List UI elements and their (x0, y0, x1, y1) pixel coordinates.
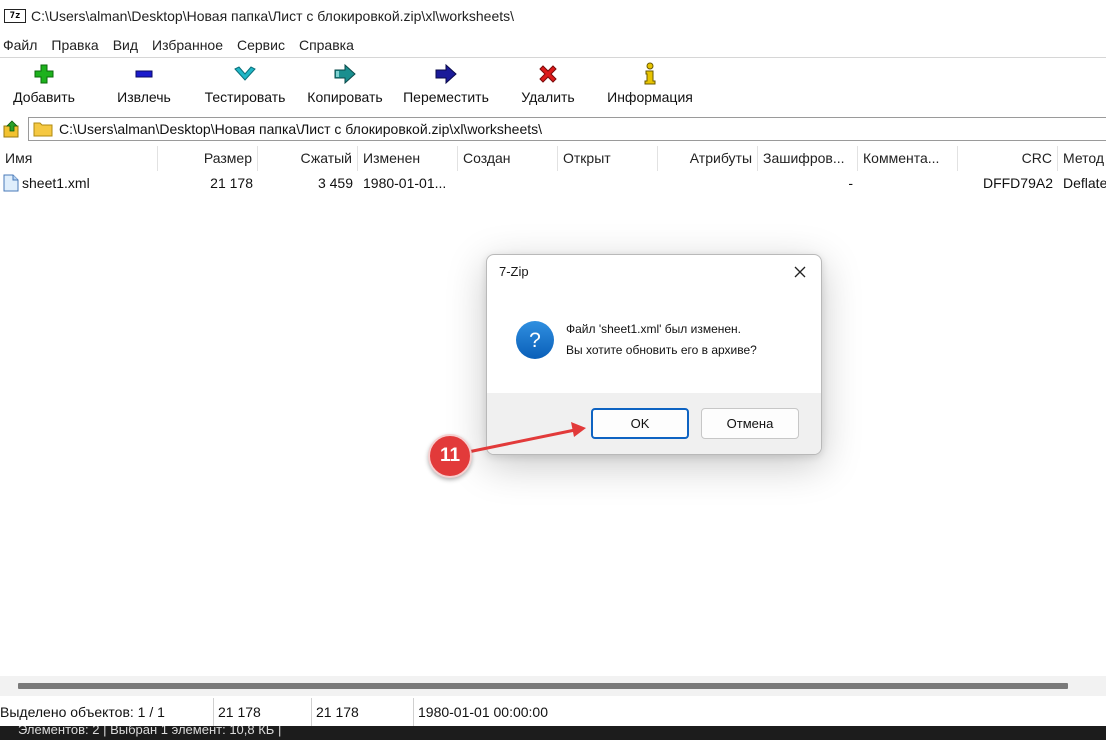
file-name-cell: sheet1.xml (0, 172, 158, 194)
file-modified: 1980-01-01... (363, 175, 447, 191)
horizontal-scrollbar[interactable] (0, 676, 1106, 696)
column-attributes[interactable]: Атрибуты (658, 146, 758, 171)
file-crc: DFFD79A2 (982, 175, 1053, 191)
menu-help[interactable]: Справка (295, 37, 358, 53)
7zip-app-icon: 7z (4, 9, 26, 23)
file-row[interactable]: sheet1.xml 21 178 3 459 1980-01-01... - … (0, 172, 1106, 194)
question-icon: ? (516, 321, 554, 359)
column-modified[interactable]: Изменен (358, 146, 458, 171)
plus-icon (33, 60, 55, 86)
dialog-message-line1: Файл 'sheet1.xml' был изменен. (566, 322, 742, 336)
delete-button[interactable]: Удалить (492, 60, 604, 112)
info-button[interactable]: Информация (604, 60, 696, 112)
copy-button-label: Копировать (307, 89, 383, 105)
minus-icon (133, 60, 155, 86)
file-list-header: Имя Размер Сжатый Изменен Создан Открыт … (0, 146, 1106, 171)
add-button-label: Добавить (13, 89, 75, 105)
close-icon (794, 266, 806, 278)
status-packed: 21 178 (312, 698, 414, 726)
move-button[interactable]: Переместить (400, 60, 492, 112)
folder-up-button[interactable] (1, 118, 23, 140)
column-size[interactable]: Размер (158, 146, 258, 171)
explorer-status-strip: Элементов: 2 | Выбран 1 элемент: 10,8 КБ… (0, 726, 1106, 740)
menu-bar: Файл Правка Вид Избранное Сервис Справка (0, 34, 364, 56)
test-button-label: Тестировать (204, 89, 286, 105)
check-icon (233, 60, 257, 86)
test-button[interactable]: Тестировать (200, 60, 290, 112)
dialog-title: 7-Zip (499, 264, 529, 279)
address-bar: C:\Users\alman\Desktop\Новая папка\Лист … (0, 116, 1106, 142)
status-bar: Выделено объектов: 1 / 1 21 178 21 178 1… (0, 698, 1106, 726)
dialog-close-button[interactable] (787, 261, 813, 283)
column-comment[interactable]: Коммента... (858, 146, 958, 171)
cancel-button[interactable]: Отмена (701, 408, 799, 439)
window-title: C:\Users\alman\Desktop\Новая папка\Лист … (31, 8, 515, 24)
menu-favorites[interactable]: Избранное (148, 37, 227, 53)
ok-button[interactable]: OK (591, 408, 689, 439)
extract-button[interactable]: Извлечь (88, 60, 200, 112)
info-icon (642, 60, 658, 86)
column-name[interactable]: Имя (0, 146, 158, 171)
file-packed-size: 3 459 (317, 175, 353, 191)
address-path: C:\Users\alman\Desktop\Новая папка\Лист … (59, 121, 543, 137)
scrollbar-thumb[interactable] (18, 683, 1068, 689)
column-accessed[interactable]: Открыт (558, 146, 658, 171)
column-packed[interactable]: Сжатый (258, 146, 358, 171)
menu-separator (0, 57, 1106, 58)
dialog-message-line2: Вы хотите обновить его в архиве? (566, 343, 757, 357)
file-name: sheet1.xml (22, 175, 90, 191)
column-crc[interactable]: CRC (958, 146, 1058, 171)
menu-edit[interactable]: Правка (47, 37, 102, 53)
folder-icon (33, 122, 53, 137)
dialog-button-area: OK Отмена (487, 393, 821, 454)
update-archive-dialog: 7-Zip ? Файл 'sheet1.xml' был изменен. В… (486, 254, 822, 455)
toolbar: Добавить Извлечь Тестировать Копировать … (0, 60, 696, 112)
folder-up-icon (3, 120, 19, 138)
column-created[interactable]: Создан (458, 146, 558, 171)
delete-x-icon (537, 60, 559, 86)
menu-tools[interactable]: Сервис (233, 37, 289, 53)
move-button-label: Переместить (403, 89, 489, 105)
status-date: 1980-01-01 00:00:00 (418, 704, 548, 720)
info-button-label: Информация (607, 89, 693, 105)
file-encrypted: - (848, 175, 853, 191)
status-selected: Выделено объектов: 1 / 1 (0, 698, 214, 726)
step-number-badge: 11 (428, 434, 472, 478)
copy-arrow-icon (333, 60, 357, 86)
file-size: 21 178 (210, 175, 253, 191)
column-encrypted[interactable]: Зашифров... (758, 146, 858, 171)
add-button[interactable]: Добавить (0, 60, 88, 112)
svg-text:?: ? (529, 329, 541, 352)
extract-button-label: Извлечь (117, 89, 171, 105)
move-arrow-icon (434, 60, 458, 86)
explorer-status-text: Элементов: 2 | Выбран 1 элемент: 10,8 КБ… (18, 726, 282, 737)
xml-file-icon (3, 174, 19, 192)
address-field[interactable]: C:\Users\alman\Desktop\Новая папка\Лист … (28, 117, 1106, 141)
delete-button-label: Удалить (521, 89, 575, 105)
menu-file[interactable]: Файл (0, 37, 41, 53)
status-size: 21 178 (214, 698, 312, 726)
menu-view[interactable]: Вид (109, 37, 142, 53)
window-titlebar: 7z C:\Users\alman\Desktop\Новая папка\Ли… (0, 0, 1106, 32)
file-method: Deflate (1063, 175, 1106, 191)
copy-button[interactable]: Копировать (290, 60, 400, 112)
column-method[interactable]: Метод (1058, 146, 1106, 171)
